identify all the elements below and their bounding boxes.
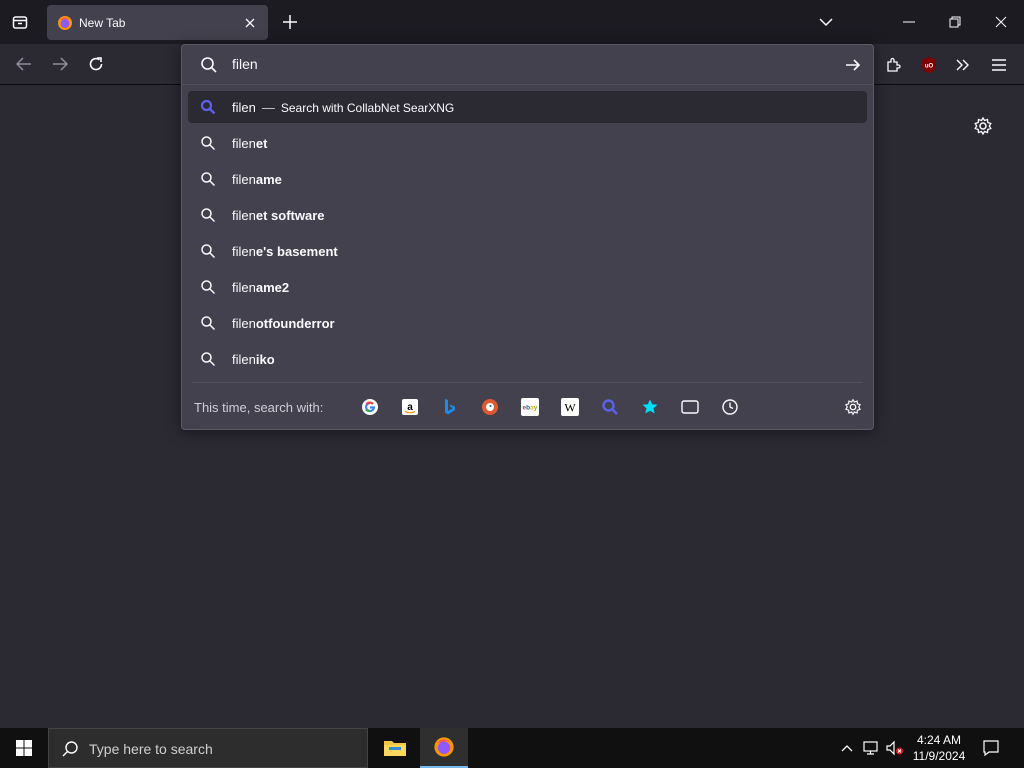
urlbar-dropdown: filen—Search with CollabNet SearXNG file… [181,44,874,430]
taskbar-search-placeholder: Type here to search [89,741,213,757]
suggestion-prefix: filen [232,207,256,223]
search-suggestion[interactable]: filenet [188,125,867,161]
search-suggestion[interactable]: filene's basement [188,233,867,269]
suggestion-completion: ame [255,171,282,187]
urlbar-results: filen — Search with CollabNet SearXNG file… [188,91,867,377]
suggestion-text: filenotfounderror [232,316,335,331]
search-icon [201,136,216,151]
suggestion-completion: et software [255,207,325,223]
search-suggestion[interactable]: filenet software [188,197,867,233]
back-arrow-icon[interactable] [12,52,36,76]
searxng-search-icon [200,99,216,115]
search-suggestion[interactable]: fileniko [188,341,867,377]
suggestion-prefix: filen [232,315,256,331]
google-icon[interactable] [360,397,380,417]
volume-muted-icon[interactable] [885,728,905,768]
suggestion-prefix: filen [232,351,256,367]
history-clock-icon[interactable] [720,397,740,417]
search-icon [201,172,216,187]
firefox-view-icon[interactable] [8,10,32,34]
restore-icon[interactable] [932,0,978,44]
file-explorer-icon[interactable] [371,728,419,768]
suggestion-prefix: filen [232,171,256,187]
urlbar-input-row [182,45,873,85]
suggestion-completion: iko [255,351,275,367]
notifications-icon[interactable] [980,728,1002,768]
bing-icon[interactable] [440,397,460,417]
extensions-puzzle-icon[interactable] [882,54,904,76]
new-tab-plus-icon[interactable] [279,11,301,33]
one-off-label: This time, search with: [194,400,324,415]
tab-new-tab[interactable]: New Tab [47,5,268,40]
suggestion-text: filename [232,172,282,187]
minimize-icon[interactable] [886,0,932,44]
close-window-icon[interactable] [978,0,1024,44]
result-search-engine[interactable]: filen — Search with CollabNet SearXNG [188,91,867,123]
result-text: filen — Search with CollabNet SearXNG [232,99,455,115]
suggestion-completion: otfounderror [255,315,335,331]
suggestion-text: fileniko [232,352,275,367]
taskbar: Type here to search 4:24 AM 11/9/2024 [0,728,1024,768]
list-all-tabs-chevron-icon[interactable] [803,0,849,44]
search-suggestion[interactable]: filename2 [188,269,867,305]
svg-text:W: W [564,401,576,415]
suggestion-prefix: filen [232,135,256,151]
ebay-icon[interactable]: ebay [520,397,540,417]
urlbar-input[interactable] [232,56,792,72]
svg-text:uO: uO [925,64,934,70]
suggestion-prefix: filen [232,243,256,259]
show-hidden-icons-chevron-icon[interactable] [838,728,856,768]
svg-text:ebay: ebay [523,405,538,412]
search-suggestion[interactable]: filenotfounderror [188,305,867,341]
suggestion-text: filename2 [232,280,289,295]
suggestion-text: filene's basement [232,244,338,259]
taskbar-search-box[interactable]: Type here to search [48,728,368,768]
close-tab-icon[interactable] [242,15,258,31]
suggestion-completion: et [255,135,268,151]
customize-gear-icon[interactable] [972,115,994,137]
search-icon [201,316,216,331]
search-icon [201,208,216,223]
one-off-search-bar: This time, search with: a ebay W [192,382,863,428]
suggestion-completion: e's basement [255,243,338,259]
tabs-icon[interactable] [680,397,700,417]
reload-icon[interactable] [84,52,108,76]
suggestion-text: filenet [232,136,267,151]
searxng-icon[interactable] [600,397,620,417]
ublock-origin-icon[interactable]: uO [918,54,940,76]
search-icon [201,57,217,73]
search-icon [62,741,78,757]
firefox-icon [58,15,72,30]
firefox-taskbar-icon[interactable] [420,728,468,768]
clock-time: 4:24 AM [916,733,962,747]
taskbar-clock[interactable]: 4:24 AM 11/9/2024 [905,732,973,764]
amazon-icon[interactable]: a [400,397,420,417]
clock-date: 11/9/2024 [912,749,966,763]
suggestion-prefix: filen [232,279,256,295]
suggestion-completion: ame2 [255,279,290,295]
windows-start-icon[interactable] [0,728,48,768]
search-suggestion[interactable]: filename [188,161,867,197]
svg-text:a: a [407,402,413,413]
tab-strip: New Tab [0,0,1024,44]
forward-arrow-icon[interactable] [48,52,72,76]
bookmarks-star-icon[interactable] [640,397,660,417]
search-icon [201,280,216,295]
duckduckgo-icon[interactable] [480,397,500,417]
suggestion-text: filenet software [232,208,325,223]
search-settings-gear-icon[interactable] [843,397,863,417]
tab-title: New Tab [79,15,126,30]
network-icon[interactable] [861,728,881,768]
hamburger-menu-icon[interactable] [988,54,1010,76]
wikipedia-icon[interactable]: W [560,397,580,417]
overflow-chevrons-icon[interactable] [952,54,974,76]
go-arrow-icon[interactable] [843,55,863,75]
search-icon [201,352,216,367]
search-icon [201,244,216,259]
